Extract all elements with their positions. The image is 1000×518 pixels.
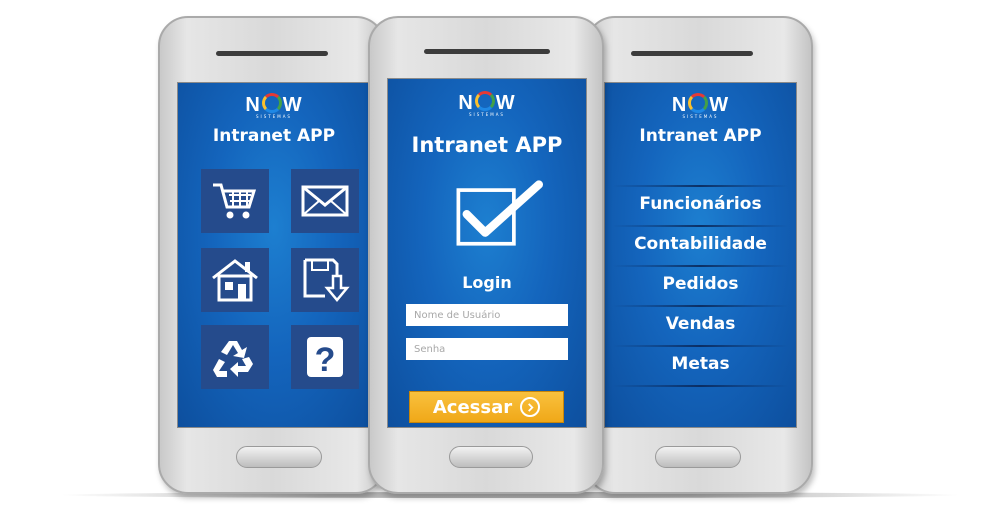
login-label: Login bbox=[462, 273, 512, 292]
menu-item-contabilidade[interactable]: Contabilidade bbox=[605, 225, 796, 263]
checkbox-check-icon bbox=[456, 180, 544, 246]
phone-speaker bbox=[424, 49, 550, 54]
envelope-icon bbox=[301, 185, 349, 217]
phone-menu: NW SISTEMAS Intranet APP Funcionários Co… bbox=[585, 16, 813, 494]
logo-subtitle: SISTEMAS bbox=[682, 114, 719, 119]
mail-button[interactable] bbox=[291, 169, 359, 233]
logo-subtitle: SISTEMAS bbox=[469, 112, 505, 117]
phone-login: NW SISTEMAS Intranet APP Login Acessar bbox=[368, 16, 604, 494]
logo-o-icon bbox=[688, 93, 709, 113]
menu-divider bbox=[613, 385, 788, 387]
phone-dashboard: NW SISTEMAS Intranet APP ? bbox=[158, 16, 386, 494]
menu-item-pedidos[interactable]: Pedidos bbox=[605, 265, 796, 303]
shopping-cart-icon bbox=[213, 183, 257, 219]
save-download-icon bbox=[303, 258, 350, 302]
phone-screen: NW SISTEMAS Intranet APP Funcionários Co… bbox=[604, 82, 797, 428]
phone-screen: NW SISTEMAS Intranet APP ? bbox=[177, 82, 371, 428]
app-title: Intranet APP bbox=[639, 126, 762, 146]
phone-screen: NW SISTEMAS Intranet APP Login Acessar bbox=[387, 78, 587, 428]
menu-item-metas[interactable]: Metas bbox=[605, 345, 796, 383]
save-button[interactable] bbox=[291, 248, 359, 312]
logo-o-icon bbox=[474, 91, 495, 111]
phone-speaker bbox=[216, 51, 328, 56]
menu-item-funcionarios[interactable]: Funcionários bbox=[605, 185, 796, 223]
help-question-icon: ? bbox=[307, 337, 343, 379]
app-title: Intranet APP bbox=[212, 126, 336, 146]
recycle-button[interactable] bbox=[201, 325, 269, 389]
home-hardware-button[interactable] bbox=[236, 446, 322, 468]
username-input[interactable] bbox=[406, 304, 568, 326]
svg-text:?: ? bbox=[315, 341, 336, 379]
recycle-icon bbox=[213, 341, 253, 377]
menu-item-vendas[interactable]: Vendas bbox=[605, 305, 796, 343]
home-hardware-button[interactable] bbox=[655, 446, 741, 468]
home-button[interactable] bbox=[201, 248, 269, 312]
home-hardware-button[interactable] bbox=[449, 446, 533, 468]
logo-subtitle: SISTEMAS bbox=[256, 114, 292, 119]
house-icon bbox=[212, 259, 258, 302]
access-button[interactable]: Acessar bbox=[409, 391, 564, 423]
phone-speaker bbox=[631, 51, 753, 56]
app-title: Intranet APP bbox=[411, 133, 563, 157]
arrow-right-icon bbox=[520, 397, 541, 417]
logo-o-icon bbox=[261, 93, 282, 113]
shopping-cart-button[interactable] bbox=[201, 169, 269, 233]
access-button-label: Acessar bbox=[432, 396, 513, 418]
help-button[interactable]: ? bbox=[291, 325, 359, 389]
password-input[interactable] bbox=[406, 338, 568, 360]
